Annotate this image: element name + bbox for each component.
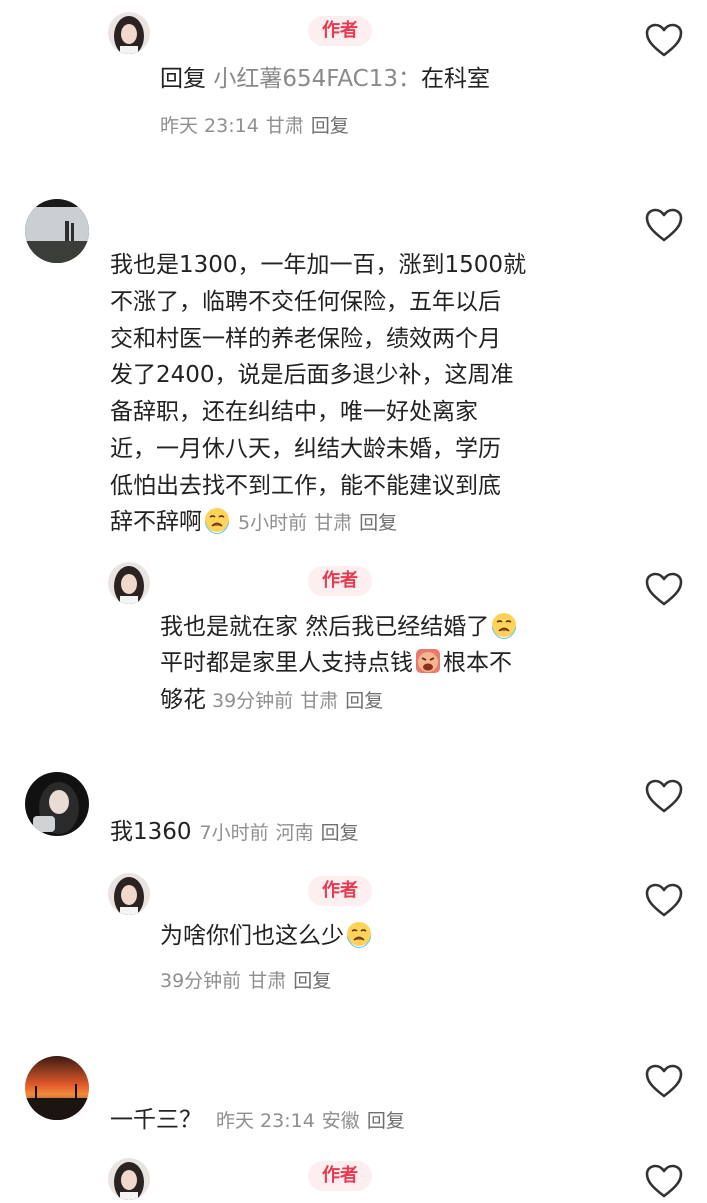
comment-line: 为啥你们也这么少 bbox=[160, 923, 344, 949]
comment-location: 安徽 bbox=[321, 1110, 360, 1132]
comment-line: 一千三？ bbox=[110, 1107, 202, 1133]
avatar[interactable] bbox=[108, 562, 150, 604]
avatar[interactable] bbox=[25, 199, 89, 263]
comment-meta: 昨天 23:14 甘肃 回复 bbox=[160, 111, 356, 138]
reply-button[interactable]: 回复 bbox=[359, 512, 397, 534]
avatar[interactable] bbox=[108, 12, 150, 54]
comment-time: 7小时前 bbox=[199, 822, 269, 844]
like-heart-icon[interactable] bbox=[644, 571, 684, 607]
comment-time: 昨天 23:14 bbox=[160, 115, 259, 137]
comment-line: 发了2400，说是后面多退少补，这周准 bbox=[110, 362, 514, 388]
avatar[interactable] bbox=[108, 873, 150, 915]
comment-line: 不涨了，临聘不交任何保险，五年以后 bbox=[110, 289, 501, 315]
crying-face-emoji-icon bbox=[203, 506, 231, 534]
comment-line-3: 够花 39分钟前 甘肃 回复 bbox=[160, 683, 390, 719]
comment-line: 近，一月休八天，纠结大龄未婚，学历 bbox=[110, 436, 501, 462]
like-heart-icon[interactable] bbox=[644, 1063, 684, 1099]
reply-prefix: 回复 bbox=[160, 66, 206, 92]
like-heart-icon[interactable] bbox=[644, 778, 684, 814]
reply-button[interactable]: 回复 bbox=[311, 115, 349, 137]
comment-body: 一千三？ 昨天 23:14 安徽 回复 bbox=[110, 1103, 412, 1139]
author-badge: 作者 bbox=[308, 16, 372, 46]
crying-face-emoji-icon bbox=[490, 611, 518, 639]
comment-line-2: 平时都是家里人支持点钱 根本不 bbox=[160, 646, 512, 681]
comment-time: 5小时前 bbox=[238, 512, 308, 534]
comment-line: 交和村医一样的养老保险，绩效两个月 bbox=[110, 326, 501, 352]
reply-button[interactable]: 回复 bbox=[321, 822, 359, 844]
comment-line: 我也是就在家 然后我已经结婚了 bbox=[160, 614, 490, 640]
comment-line: 我也是1300，一年加一百，涨到1500就 bbox=[110, 252, 527, 278]
like-heart-icon[interactable] bbox=[644, 1163, 684, 1199]
comment-location: 甘肃 bbox=[314, 512, 353, 534]
comment-line: 够花 bbox=[160, 687, 206, 713]
comment-line: 低怕出去找不到工作，能不能建议到底 bbox=[110, 473, 501, 499]
comment-line-last: 辞不辞啊 5小时前 甘肃 回复 bbox=[110, 505, 404, 541]
comment-body: 在科室 bbox=[421, 66, 490, 92]
comment-time: 39分钟前 bbox=[160, 970, 242, 992]
comment-line-1: 我也是就在家 然后我已经结婚了 bbox=[160, 610, 519, 645]
comment-body: 为啥你们也这么少 bbox=[160, 919, 374, 954]
author-badge: 作者 bbox=[308, 566, 372, 596]
avatar[interactable] bbox=[25, 1056, 89, 1120]
comment-time: 昨天 23:14 bbox=[216, 1110, 315, 1132]
crying-face-emoji-icon bbox=[345, 920, 373, 948]
like-heart-icon[interactable] bbox=[644, 207, 684, 243]
comment-line: 备辞职，还在纠结中，唯一好处离家 bbox=[110, 399, 478, 425]
reply-target-user[interactable]: 小红薯654FAC13： bbox=[213, 66, 421, 92]
comment-line: 我1360 bbox=[110, 819, 192, 845]
comment-location: 河南 bbox=[275, 822, 314, 844]
comment-line: 辞不辞啊 bbox=[110, 509, 202, 535]
reply-button[interactable]: 回复 bbox=[367, 1110, 405, 1132]
comment-location: 甘肃 bbox=[300, 690, 339, 712]
author-badge: 作者 bbox=[308, 1161, 372, 1191]
author-badge: 作者 bbox=[308, 876, 372, 906]
comment-location: 甘肃 bbox=[265, 115, 304, 137]
like-heart-icon[interactable] bbox=[644, 882, 684, 918]
avatar[interactable] bbox=[108, 1158, 150, 1200]
reply-button[interactable]: 回复 bbox=[293, 970, 331, 992]
reply-text: 回复 小红薯654FAC13：在科室 bbox=[160, 62, 490, 97]
comment-line: 根本不 bbox=[443, 650, 512, 676]
avatar[interactable] bbox=[25, 772, 89, 836]
comment-body: 我1360 7小时前 河南 回复 bbox=[110, 815, 366, 851]
comment-line: 平时都是家里人支持点钱 bbox=[160, 650, 413, 676]
sobbing-face-emoji-icon bbox=[414, 647, 442, 675]
comment-location: 甘肃 bbox=[248, 970, 287, 992]
like-heart-icon[interactable] bbox=[644, 22, 684, 58]
reply-button[interactable]: 回复 bbox=[345, 690, 383, 712]
comment-meta: 39分钟前 甘肃 回复 bbox=[160, 966, 338, 993]
comment-time: 39分钟前 bbox=[212, 690, 294, 712]
